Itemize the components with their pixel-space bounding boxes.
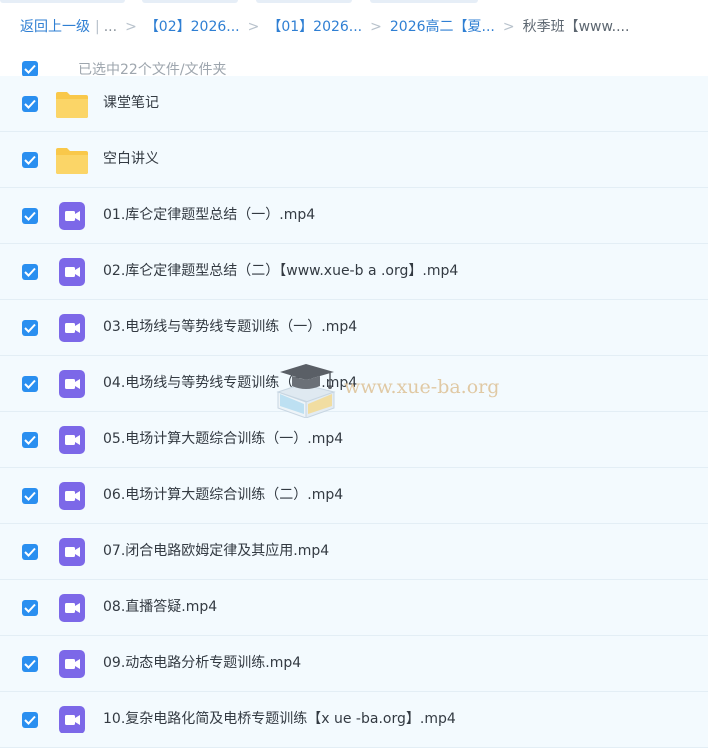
- file-name[interactable]: 03.电场线与等势线专题训练（一）.mp4: [103, 317, 357, 337]
- file-row[interactable]: 空白讲义: [0, 132, 708, 188]
- file-checkbox[interactable]: [22, 712, 38, 728]
- file-name[interactable]: 02.库仑定律题型总结（二）【www.xue-b a .org】.mp4: [103, 261, 458, 281]
- file-checkbox[interactable]: [22, 96, 38, 112]
- breadcrumb: 返回上一级 |... > 【02】2026... > 【01】2026... >2026高二…: [20, 17, 700, 37]
- file-name[interactable]: 10.复杂电路化简及电桥专题训练【x ue -ba.org】.mp4: [103, 709, 456, 729]
- breadcrumb-item-3[interactable]: 2026高二【夏...: [390, 19, 495, 35]
- file-checkbox[interactable]: [22, 488, 38, 504]
- video-icon: [55, 425, 89, 455]
- file-name[interactable]: 09.动态电路分析专题训练.mp4: [103, 653, 301, 673]
- list-bottom-edge: [0, 733, 708, 737]
- file-row[interactable]: 06.电场计算大题综合训练（二）.mp4: [0, 468, 708, 524]
- file-name[interactable]: 课堂笔记: [103, 93, 159, 113]
- video-icon: [55, 369, 89, 399]
- select-all-checkbox[interactable]: [22, 61, 38, 77]
- file-row[interactable]: 08.直播答疑.mp4: [0, 580, 708, 636]
- video-icon: [55, 257, 89, 287]
- video-icon: [55, 705, 89, 735]
- breadcrumb-current: 秋季班【www....: [522, 19, 630, 35]
- breadcrumb-ellipsis[interactable]: ...: [104, 19, 117, 35]
- check-icon: [24, 379, 36, 389]
- folder-icon: [55, 145, 89, 175]
- file-name[interactable]: 07.闭合电路欧姆定律及其应用.mp4: [103, 541, 329, 561]
- file-row[interactable]: 07.闭合电路欧姆定律及其应用.mp4: [0, 524, 708, 580]
- folder-icon: [55, 89, 89, 119]
- check-icon: [24, 715, 36, 725]
- check-icon: [24, 155, 36, 165]
- breadcrumb-separator: >: [370, 19, 382, 35]
- file-checkbox[interactable]: [22, 152, 38, 168]
- file-row[interactable]: 09.动态电路分析专题训练.mp4: [0, 636, 708, 692]
- check-icon: [24, 64, 36, 74]
- file-checkbox[interactable]: [22, 208, 38, 224]
- back-link[interactable]: 返回上一级: [20, 19, 90, 35]
- check-icon: [24, 211, 36, 221]
- file-checkbox[interactable]: [22, 320, 38, 336]
- file-row[interactable]: 02.库仑定律题型总结（二）【www.xue-b a .org】.mp4: [0, 244, 708, 300]
- file-checkbox[interactable]: [22, 432, 38, 448]
- check-icon: [24, 659, 36, 669]
- video-icon: [55, 593, 89, 623]
- top-tab-strip: [0, 0, 708, 4]
- file-checkbox[interactable]: [22, 544, 38, 560]
- breadcrumb-item-2[interactable]: 【01】2026...: [267, 19, 362, 35]
- check-icon: [24, 547, 36, 557]
- breadcrumb-separator: >: [125, 19, 137, 35]
- breadcrumb-separator: >: [502, 19, 515, 35]
- file-row[interactable]: 课堂笔记: [0, 76, 708, 132]
- check-icon: [24, 435, 36, 445]
- check-icon: [24, 267, 36, 277]
- video-icon: [55, 313, 89, 343]
- file-name[interactable]: 08.直播答疑.mp4: [103, 597, 217, 617]
- breadcrumb-divider: |: [95, 19, 100, 35]
- file-checkbox[interactable]: [22, 656, 38, 672]
- check-icon: [24, 491, 36, 501]
- check-icon: [24, 603, 36, 613]
- file-name[interactable]: 05.电场计算大题综合训练（一）.mp4: [103, 429, 343, 449]
- file-name[interactable]: 01.库仑定律题型总结（一）.mp4: [103, 205, 315, 225]
- file-row[interactable]: 01.库仑定律题型总结（一）.mp4: [0, 188, 708, 244]
- file-row[interactable]: 05.电场计算大题综合训练（一）.mp4: [0, 412, 708, 468]
- file-row[interactable]: 10.复杂电路化简及电桥专题训练【x ue -ba.org】.mp4: [0, 692, 708, 748]
- check-icon: [24, 323, 36, 333]
- file-name[interactable]: 06.电场计算大题综合训练（二）.mp4: [103, 485, 343, 505]
- file-checkbox[interactable]: [22, 600, 38, 616]
- check-icon: [24, 99, 36, 109]
- video-icon: [55, 201, 89, 231]
- file-checkbox[interactable]: [22, 376, 38, 392]
- file-name[interactable]: 空白讲义: [103, 149, 159, 169]
- breadcrumb-item-1[interactable]: 【02】2026...: [145, 19, 240, 35]
- video-icon: [55, 481, 89, 511]
- file-row[interactable]: 03.电场线与等势线专题训练（一）.mp4: [0, 300, 708, 356]
- file-checkbox[interactable]: [22, 264, 38, 280]
- file-name[interactable]: 04.电场线与等势线专题训练（二）.mp4: [103, 373, 357, 393]
- video-icon: [55, 537, 89, 567]
- breadcrumb-separator: >: [247, 19, 260, 35]
- file-row[interactable]: 04.电场线与等势线专题训练（二）.mp4: [0, 356, 708, 412]
- video-icon: [55, 649, 89, 679]
